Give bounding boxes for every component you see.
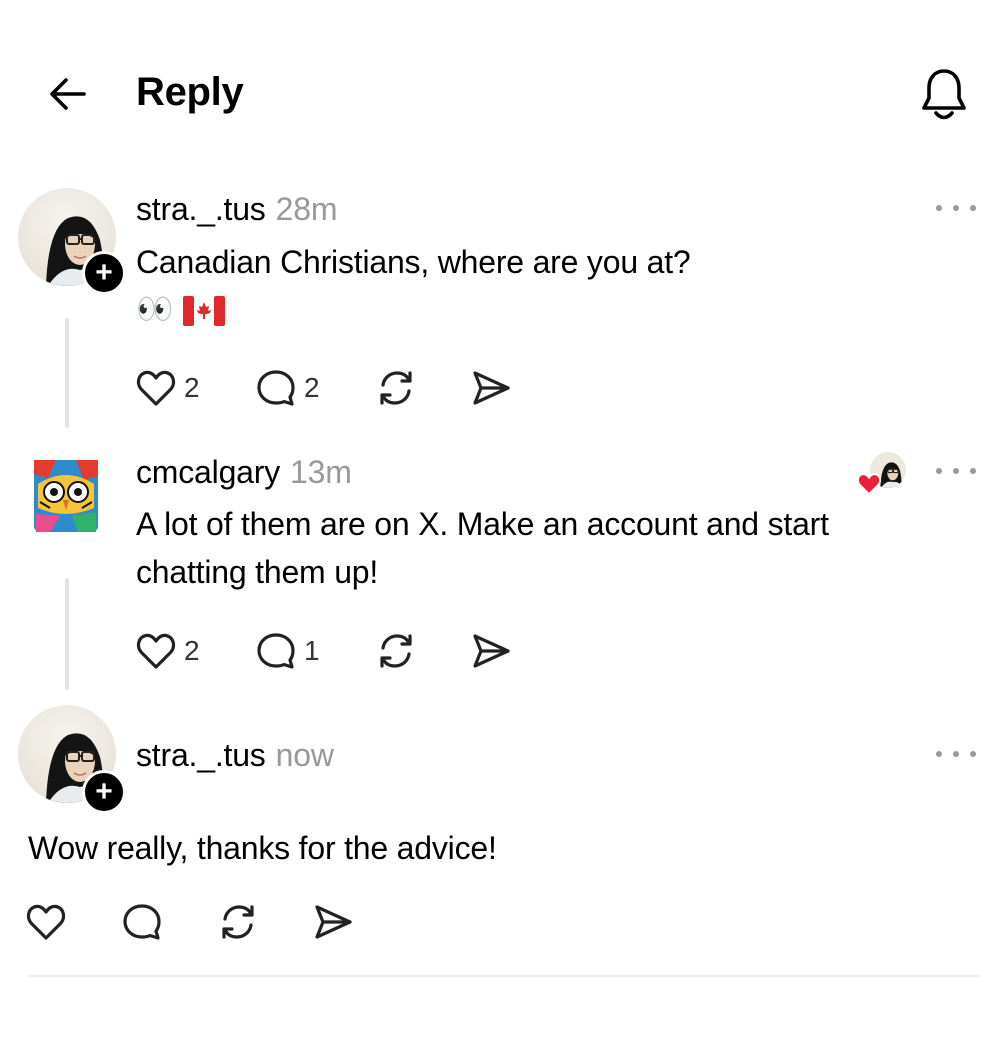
reply-button[interactable]: 2 <box>256 366 320 410</box>
avatar[interactable] <box>30 456 102 536</box>
post-text: A lot of them are on X. Make an account … <box>136 506 829 542</box>
heart-icon <box>136 633 176 669</box>
username[interactable]: cmcalgary <box>136 454 280 490</box>
page-title: Reply <box>136 70 244 114</box>
reply-count: 1 <box>304 635 320 666</box>
divider <box>28 975 980 977</box>
timestamp: 28m <box>275 191 338 227</box>
post-header: stra._.tus now <box>136 735 334 775</box>
more-options-button[interactable] <box>936 744 976 764</box>
heart-filled-icon <box>857 473 881 496</box>
like-button[interactable]: 2 <box>136 366 200 410</box>
plus-icon: + <box>95 775 113 808</box>
timestamp: 13m <box>290 454 352 490</box>
send-icon <box>315 905 352 939</box>
comment-icon <box>123 904 161 940</box>
back-button[interactable] <box>40 66 96 122</box>
repost-icon <box>222 905 254 939</box>
username[interactable]: stra._.tus <box>136 737 266 773</box>
repost-icon <box>380 634 412 668</box>
reply-button[interactable]: 1 <box>256 629 320 673</box>
timestamp: now <box>275 737 334 773</box>
like-button[interactable]: 2 <box>136 629 200 673</box>
share-button[interactable] <box>470 366 512 410</box>
reply-count: 2 <box>304 372 320 403</box>
eyes-emoji: 👀 <box>136 293 174 326</box>
repost-button[interactable] <box>218 900 258 944</box>
arrow-left-icon <box>50 78 86 110</box>
like-count: 2 <box>184 635 200 666</box>
post-header: cmcalgary 13m <box>136 452 352 492</box>
plus-icon: + <box>95 256 113 289</box>
more-options-button[interactable] <box>936 461 976 481</box>
post-text: Canadian Christians, where are you at? <box>136 244 691 280</box>
thread-line <box>65 578 69 690</box>
repost-icon <box>380 371 412 405</box>
bell-icon <box>922 69 966 120</box>
post-text: Wow really, thanks for the advice! <box>28 830 497 866</box>
heart-icon <box>26 904 66 940</box>
share-button[interactable] <box>470 629 512 673</box>
username[interactable]: stra._.tus <box>136 191 266 227</box>
owl-artwork-avatar <box>34 460 98 532</box>
share-button[interactable] <box>312 900 354 944</box>
canada-flag-icon <box>183 296 226 327</box>
repost-button[interactable] <box>376 629 416 673</box>
like-button[interactable] <box>26 900 66 944</box>
send-icon <box>473 634 510 668</box>
send-icon <box>473 371 510 405</box>
heart-icon <box>136 370 176 406</box>
comment-icon <box>257 633 295 669</box>
like-count: 2 <box>184 372 200 403</box>
post-header: stra._.tus 28m <box>136 189 337 229</box>
post-emoji-row: 👀 <box>136 290 226 330</box>
follow-plus-button[interactable]: + <box>82 770 126 814</box>
notifications-button[interactable] <box>912 62 976 126</box>
repost-button[interactable] <box>376 366 416 410</box>
liked-heart-badge <box>856 472 882 496</box>
follow-plus-button[interactable]: + <box>82 251 126 295</box>
comment-icon <box>257 370 295 406</box>
thread-line <box>65 318 69 428</box>
post-text-continued: chatting them up! <box>136 554 379 590</box>
reply-button[interactable] <box>122 900 162 944</box>
more-options-button[interactable] <box>936 198 976 218</box>
